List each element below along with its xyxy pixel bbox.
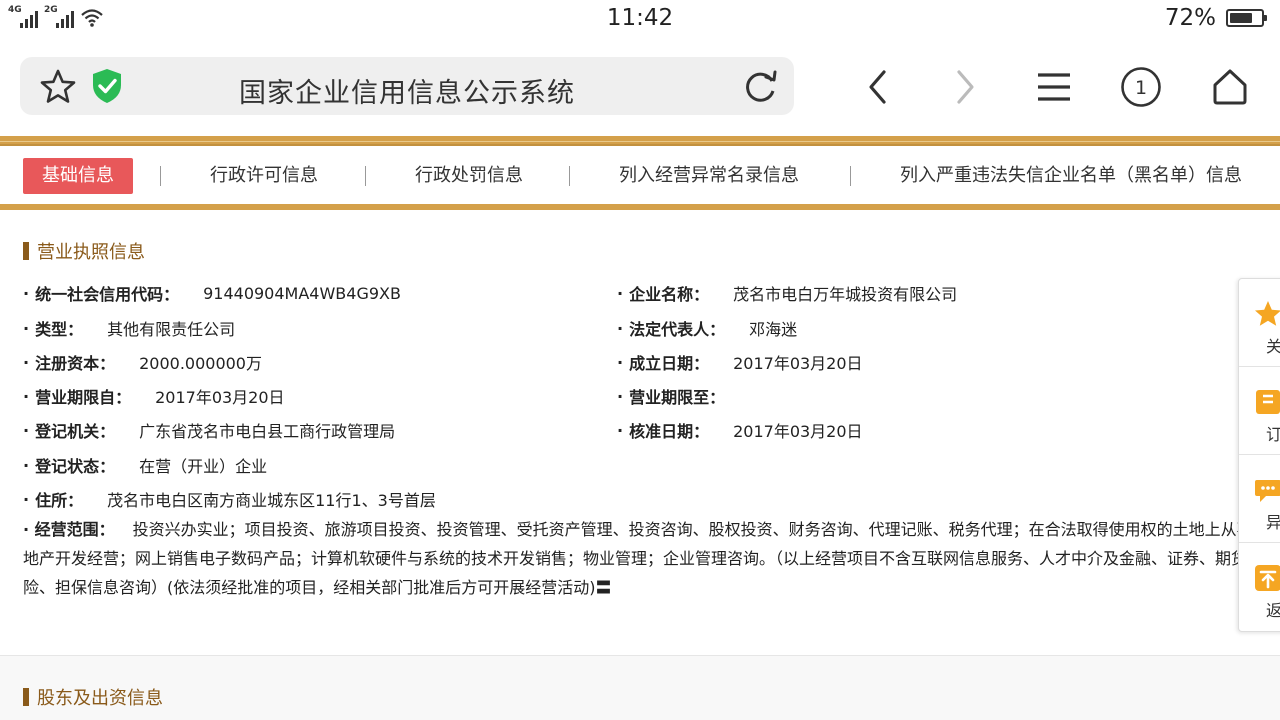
side-subscribe-button[interactable]: 订 xyxy=(1239,367,1280,455)
field-value: 茂名市电白区南方商业城东区11行1、3号首层 xyxy=(107,491,436,510)
gold-border-top xyxy=(0,136,1280,146)
side-item-label: 返 xyxy=(1266,601,1280,620)
forward-icon xyxy=(957,70,974,104)
section-title-text: 股东及出资信息 xyxy=(37,688,163,709)
side-item-label: 异 xyxy=(1266,513,1280,532)
tabs-count-icon: 1 xyxy=(1121,67,1161,107)
page-title: 国家企业信用信息公示系统 xyxy=(239,78,575,109)
section-marker xyxy=(23,688,29,706)
field-label: 登记机关： xyxy=(35,422,116,441)
clock: 11:42 xyxy=(606,5,674,31)
field-label: 营业期限自： xyxy=(35,388,132,407)
field-value: 广东省茂名市电白县工商行政管理局 xyxy=(139,422,396,441)
field-registration-status: · 登记状态： 在营（开业）企业 xyxy=(23,453,267,477)
menu-icon xyxy=(1038,73,1070,101)
field-label: 经营范围： xyxy=(34,520,115,539)
bookmark-icon xyxy=(1256,390,1280,414)
tab-basic-info[interactable]: 基础信息 xyxy=(23,158,133,194)
field-approval-date: · 核准日期： 2017年03月20日 xyxy=(617,418,863,442)
tab-separator xyxy=(569,166,570,186)
field-label: 营业期限至： xyxy=(629,388,726,407)
return-top-icon xyxy=(1255,565,1280,591)
field-value: 在营（开业）企业 xyxy=(139,457,268,476)
field-registration-authority: · 登记机关： 广东省茂名市电白县工商行政管理局 xyxy=(23,418,395,442)
field-label: 类型： xyxy=(35,320,84,339)
field-value: 2017年03月20日 xyxy=(155,388,285,407)
field-type: · 类型： 其他有限责任公司 xyxy=(23,316,235,340)
section-title-text: 营业执照信息 xyxy=(37,242,145,263)
field-registered-capital: · 注册资本： 2000.000000万 xyxy=(23,350,262,374)
floating-side-panel: 关 订 异 返 xyxy=(1238,278,1280,632)
comment-icon xyxy=(1255,480,1280,502)
field-value: 2000.000000万 xyxy=(139,354,262,373)
field-label: 登记状态： xyxy=(35,457,116,476)
field-label: 企业名称： xyxy=(629,285,710,304)
star-icon xyxy=(1255,301,1280,326)
tab-count: 1 xyxy=(1135,77,1147,99)
field-legal-representative: · 法定代表人： 邓海迷 xyxy=(617,316,797,340)
tabs-button[interactable]: 1 xyxy=(1115,62,1167,112)
field-value: 2017年03月20日 xyxy=(733,422,863,441)
back-icon xyxy=(869,70,886,104)
section-marker xyxy=(23,242,29,260)
battery-fill xyxy=(1230,13,1252,23)
license-section-title: 营业执照信息 xyxy=(23,238,145,264)
battery-icon xyxy=(1226,9,1267,27)
field-label: 法定代表人： xyxy=(629,320,726,339)
field-value: 2017年03月20日 xyxy=(733,354,863,373)
side-objection-button[interactable]: 异 xyxy=(1239,455,1280,543)
tab-separator xyxy=(160,166,161,186)
side-follow-button[interactable]: 关 xyxy=(1239,279,1280,367)
shareholder-section xyxy=(0,656,1280,720)
tab-abnormal-list[interactable]: 列入经营异常名录信息 xyxy=(619,158,799,194)
side-item-label: 订 xyxy=(1266,425,1280,444)
shareholder-section-title: 股东及出资信息 xyxy=(23,684,163,710)
status-bar: 4G 2G 11:42 72% xyxy=(0,0,1280,38)
menu-button[interactable] xyxy=(1028,62,1080,112)
tab-separator xyxy=(365,166,366,186)
field-value: 91440904MA4WB4G9XB xyxy=(203,283,401,303)
field-company-name: · 企业名称： 茂名市电白万年城投资有限公司 xyxy=(617,281,957,305)
field-address: · 住所： 茂名市电白区南方商业城东区11行1、3号首层 xyxy=(23,487,436,511)
field-term-from: · 营业期限自： 2017年03月20日 xyxy=(23,384,285,408)
field-credit-code: · 统一社会信用代码： 91440904MA4WB4G9XB xyxy=(23,281,401,305)
battery-percentage: 72% xyxy=(1164,5,1216,31)
side-item-label: 关 xyxy=(1266,337,1280,356)
field-label: 注册资本： xyxy=(35,354,116,373)
tab-admin-license[interactable]: 行政许可信息 xyxy=(210,158,318,194)
tab-blacklist[interactable]: 列入严重违法失信企业名单（黑名单）信息 xyxy=(900,158,1242,194)
field-business-scope: · 经营范围： 投资兴办实业；项目投资、旅游项目投资、投资管理、受托资产管理、投资… xyxy=(23,520,1280,597)
field-value: 邓海迷 xyxy=(749,320,798,339)
side-return-button[interactable]: 返 xyxy=(1239,543,1280,631)
info-tabs: 基础信息 行政许可信息 行政处罚信息 列入经营异常名录信息 列入严重违法失信企业… xyxy=(0,146,1280,206)
gold-border-bottom xyxy=(0,204,1280,210)
forward-button[interactable] xyxy=(939,62,991,112)
field-label: 住所： xyxy=(35,491,84,510)
back-button[interactable] xyxy=(852,62,904,112)
field-value: 投资兴办实业；项目投资、旅游项目投资、投资管理、受托资产管理、投资咨询、股权投资… xyxy=(23,520,1280,597)
field-value: 茂名市电白万年城投资有限公司 xyxy=(733,285,958,304)
field-term-to: · 营业期限至： xyxy=(617,384,749,408)
home-button[interactable] xyxy=(1204,62,1256,112)
field-label: 核准日期： xyxy=(629,422,710,441)
field-established-date: · 成立日期： 2017年03月20日 xyxy=(617,350,863,374)
address-bar[interactable]: 国家企业信用信息公示系统 xyxy=(20,57,794,115)
home-icon xyxy=(1213,69,1247,105)
field-label: 成立日期： xyxy=(629,354,710,373)
reload-icon[interactable] xyxy=(742,69,780,105)
tab-separator xyxy=(850,166,851,186)
tab-admin-penalty[interactable]: 行政处罚信息 xyxy=(415,158,523,194)
field-label: 统一社会信用代码： xyxy=(35,285,180,304)
field-value: 其他有限责任公司 xyxy=(107,320,236,339)
